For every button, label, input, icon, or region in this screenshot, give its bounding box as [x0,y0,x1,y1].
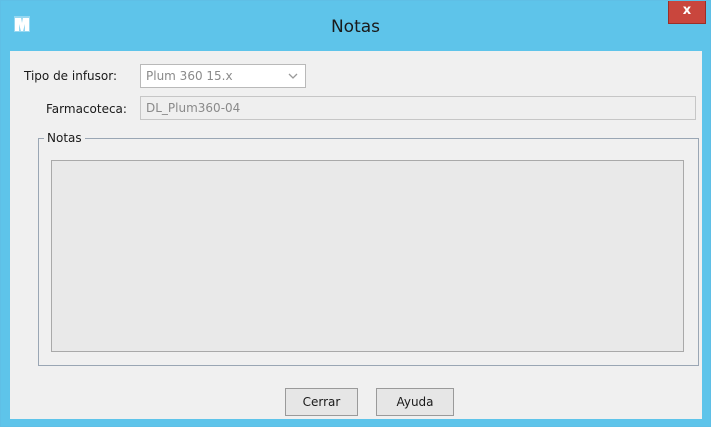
close-icon[interactable]: x [668,1,706,24]
infusor-type-value: Plum 360 15.x [146,69,233,83]
notes-group-title: Notas [44,131,85,145]
close-button[interactable]: Cerrar [285,388,358,416]
farmacoteca-field: DL_Plum360-04 [140,96,696,120]
infusor-type-select[interactable]: Plum 360 15.x [140,64,306,88]
window-title: Notas [330,17,381,37]
infusor-type-label: Tipo de infusor: [24,69,118,83]
farmacoteca-value: DL_Plum360-04 [146,101,241,115]
help-button[interactable]: Ayuda [376,388,454,416]
dialog-content: Tipo de infusor: Plum 360 15.x Farmacote… [10,51,702,419]
farmacoteca-label: Farmacoteca: [46,102,127,116]
chevron-down-icon [288,73,298,79]
title-bar[interactable]: Notas x [1,1,710,51]
notes-textarea[interactable] [51,160,684,352]
notas-dialog: Notas x Tipo de infusor: Plum 360 15.x F… [0,0,711,427]
